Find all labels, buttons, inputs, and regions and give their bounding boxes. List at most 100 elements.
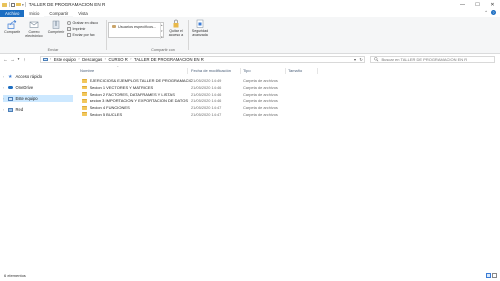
breadcrumb-curso-r[interactable]: CURSO R [108,57,127,62]
ribbon-right-controls: ⌃ ? [484,10,496,16]
fax-button[interactable]: Enviar por fax [67,33,95,37]
qa-new-folder-icon[interactable] [16,2,21,7]
disc-icon [67,21,71,25]
file-date: 21/05/2020 14:49 [191,78,222,84]
arrow-left-icon: ← [3,56,8,62]
users-icon [112,24,116,29]
email-icon [29,21,39,28]
table-row[interactable]: Secion 1 VECTORES Y MATRICES 21/05/2020 … [82,84,340,91]
large-icons-view-icon[interactable] [492,273,497,278]
nav-item-red[interactable]: › Red [3,106,73,113]
column-header-name[interactable]: Nombre [80,67,94,74]
details-view-icon[interactable] [485,273,491,278]
nav-item-quick-access[interactable]: › ★ Acceso rápido [3,73,73,80]
folder-icon [82,112,87,117]
advanced-security-button[interactable]: Seguridad avanzada [190,19,210,37]
file-type: Carpeta de archivos [243,111,278,117]
tab-vista[interactable]: Vista [73,10,92,17]
address-end-controls: ▾ ↻ [352,57,364,64]
remove-access-button[interactable]: Quitar el acceso a [166,19,186,37]
chevron-up-icon[interactable]: ▴ [161,23,163,27]
up-button[interactable]: ↑ [21,56,28,63]
computer-icon [43,57,48,61]
share-option-users[interactable]: Usuarios específicos... [109,23,163,30]
sort-indicator-icon: ^ [117,65,119,69]
table-row[interactable]: secion 3 IMPORTACION Y EXPORTACION DE DA… [82,98,340,105]
maximize-button[interactable]: ☐ [470,0,485,9]
chevron-right-icon: › [104,57,106,62]
item-count: 6 elementos [4,273,26,278]
ribbon: Compartir Correo electrónico Comprimir G… [0,17,500,54]
arrow-right-icon: → [10,56,15,62]
qa-properties-icon[interactable] [10,2,15,7]
view-toggle [485,273,497,278]
forward-button[interactable]: → [9,56,16,63]
chevron-right-icon[interactable]: › [3,108,4,112]
file-name: Secion 1 VECTORES Y MATRICES [89,85,154,91]
printer-icon [67,27,71,31]
file-type: Carpeta de archivos [243,98,278,104]
file-name: Secion 2 FACTORES, DATAFRAMES Y LISTAS [89,91,175,97]
chevron-down-icon[interactable]: ▾ [161,29,163,33]
group-label-share-with: Compartir con [151,48,175,52]
tab-inicio[interactable]: Inicio [24,10,44,17]
minimize-button[interactable]: — [455,0,470,9]
folder-icon [82,99,87,103]
chevron-right-icon[interactable]: › [3,75,4,79]
tab-compartir[interactable]: Compartir [44,10,74,17]
column-header-date[interactable]: Fecha de modificación [191,67,231,74]
divider[interactable] [285,67,286,74]
divider[interactable] [187,67,188,74]
close-button[interactable]: ✕ [485,0,500,9]
breadcrumb-este-equipo[interactable]: Este equipo [54,57,76,62]
table-row[interactable]: Secion 4 FUNCIONES 21/05/2020 14:47 Carp… [82,104,340,111]
divider[interactable] [317,67,318,74]
share-list-scrollbar[interactable]: ▴ ▾ ▾ [159,23,164,39]
refresh-button[interactable]: ↻ [358,57,364,62]
column-header-type[interactable]: Tipo [243,67,251,74]
address-bar[interactable]: › Este equipo › Descargas › CURSO R › TA… [40,55,365,64]
share-with-list[interactable]: Usuarios específicos... ▴ ▾ ▾ [108,22,164,39]
qa-dropdown-icon[interactable]: ▾ [22,3,24,7]
table-row[interactable]: Secion 5 BUCLES 21/05/2020 14:47 Carpeta… [82,111,340,118]
file-list: ^ Nombre Fecha de modificación Tipo Tama… [77,65,500,266]
breadcrumb-taller[interactable]: TALLER DE PROGRAMACION EN R [134,57,204,62]
file-date: 21/05/2020 14:47 [191,105,222,111]
divider [8,2,9,7]
tab-archivo[interactable]: Archivo [0,10,25,17]
email-button[interactable]: Correo electrónico [24,20,44,38]
star-icon: ★ [8,73,13,80]
folder-icon [82,92,87,97]
nav-item-este-equipo[interactable]: › Este equipo [3,95,73,102]
column-header-size[interactable]: Tamaño [288,67,302,74]
breadcrumb-descargas[interactable]: Descargas [82,57,102,62]
arrow-up-icon: ↑ [23,56,26,62]
print-button[interactable]: Imprimir [67,27,85,31]
file-date: 21/05/2020 14:46 [191,91,222,97]
window-title: TALLER DE PROGRAMACION EN R [28,2,106,7]
chevron-right-icon[interactable]: › [3,86,4,90]
back-button[interactable]: ← [2,56,9,63]
chevron-down-icon: ▾ [17,57,20,61]
security-icon [196,19,204,28]
folder-icon [82,78,87,83]
nav-item-onedrive[interactable]: › OneDrive [3,84,73,91]
quick-access-toolbar: ▾ [0,2,26,7]
expand-icon[interactable]: ▾ [161,35,163,39]
file-type: Carpeta de archivos [243,105,278,111]
file-name: Secion 5 BUCLES [89,111,123,117]
folder-icon [82,105,87,110]
divider[interactable] [240,67,241,74]
search-box[interactable]: Buscar en TALLER DE PROGRAMACION EN R [370,55,495,63]
chevron-right-icon[interactable]: › [3,97,4,101]
share-button[interactable]: Compartir [2,20,22,34]
table-row[interactable]: Secion 2 FACTORES, DATAFRAMES Y LISTAS 2… [82,91,340,98]
burn-disc-button[interactable]: Grabar en disco [67,21,98,25]
help-icon[interactable]: ? [491,10,496,15]
file-type: Carpeta de archivos [243,91,278,97]
zip-folder-icon [52,20,60,29]
table-row[interactable]: EJERCICIOS& EJEMPLOS TALLER DE PROGRAMAC… [82,78,340,85]
compress-button[interactable]: Comprimir [46,20,66,34]
chevron-up-icon[interactable]: ⌃ [484,10,488,16]
folder-icon [2,2,7,7]
